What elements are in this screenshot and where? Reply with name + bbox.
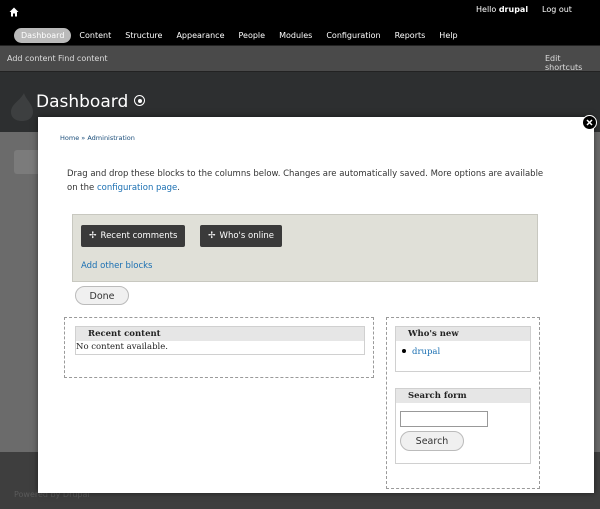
close-overlay-button[interactable] [582, 115, 597, 130]
user-link[interactable]: drupal [412, 347, 440, 357]
disabled-blocks-tray: ✢ Recent comments ✢ Who's online Add other… [72, 214, 538, 282]
recent-content-title: Recent content [76, 327, 364, 341]
breadcrumb-administration[interactable]: Administration [87, 134, 135, 142]
admin-toolbar: Hello drupal Log out Dashboard Content S… [0, 0, 600, 45]
description-period: . [177, 183, 180, 193]
add-other-blocks-link[interactable]: Add other blocks [81, 261, 153, 271]
menu-item-configuration[interactable]: Configuration [320, 29, 386, 42]
recent-content-empty: No content available. [76, 342, 168, 352]
menu-item-people[interactable]: People [233, 29, 272, 42]
breadcrumb-separator: » [81, 134, 86, 142]
drupal-logo-icon [11, 93, 33, 121]
drag-handle-icon[interactable]: ✢ [208, 231, 216, 241]
page-title: Dashboard [36, 92, 146, 112]
add-content-shortcut[interactable]: Add content [7, 54, 56, 63]
whos-new-title: Who's new [396, 327, 530, 341]
close-icon [586, 119, 593, 126]
menu-item-content[interactable]: Content [73, 29, 117, 42]
done-button[interactable]: Done [75, 286, 129, 305]
configuration-page-link[interactable]: configuration page [97, 183, 177, 193]
breadcrumb: Home » Administration [60, 134, 135, 142]
find-content-shortcut[interactable]: Find content [58, 54, 108, 63]
recent-comments-block[interactable]: ✢ Recent comments [81, 225, 186, 247]
whos-online-label: Who's online [219, 231, 274, 241]
whos-online-block[interactable]: ✢ Who's online [200, 225, 282, 247]
recent-comments-label: Recent comments [100, 231, 178, 241]
menu-item-structure[interactable]: Structure [119, 29, 168, 42]
admin-menu: Dashboard Content Structure Appearance P… [14, 28, 466, 43]
dashboard-sidebar-region: Who's new drupal Search form Search [386, 317, 540, 489]
whos-new-block[interactable]: Who's new drupal [395, 326, 531, 372]
page-title-text: Dashboard [36, 92, 129, 112]
logout-link[interactable]: Log out [542, 5, 572, 14]
shortcut-bar: Add content Find content Edit shortcuts [0, 45, 600, 72]
menu-item-appearance[interactable]: Appearance [170, 29, 230, 42]
menu-item-dashboard[interactable]: Dashboard [14, 28, 72, 43]
greeting-prefix: Hello [476, 5, 497, 14]
breadcrumb-home[interactable]: Home [60, 134, 79, 142]
whos-new-list: drupal [396, 341, 530, 357]
recent-content-block[interactable]: Recent content No content available. [75, 326, 365, 355]
shortcut-star-icon[interactable] [134, 95, 146, 106]
search-input[interactable] [400, 411, 488, 427]
menu-item-modules[interactable]: Modules [273, 29, 318, 42]
bullet-icon [402, 349, 406, 353]
menu-item-help[interactable]: Help [433, 29, 463, 42]
search-form-block[interactable]: Search form Search [395, 388, 531, 464]
overlay-dialog: Home » Administration Drag and drop thes… [38, 117, 594, 493]
greeting: Hello drupal [476, 5, 528, 14]
user-name-link[interactable]: drupal [499, 5, 528, 14]
dashboard-main-region: Recent content No content available. [64, 317, 374, 378]
search-button[interactable]: Search [400, 431, 464, 451]
edit-shortcuts-link[interactable]: Edit shortcuts [545, 54, 600, 72]
menu-item-reports[interactable]: Reports [389, 29, 432, 42]
home-icon[interactable] [9, 7, 19, 17]
search-form-title: Search form [396, 389, 530, 403]
drag-handle-icon[interactable]: ✢ [89, 231, 97, 241]
dashboard-description: Drag and drop these blocks to the column… [67, 167, 547, 195]
